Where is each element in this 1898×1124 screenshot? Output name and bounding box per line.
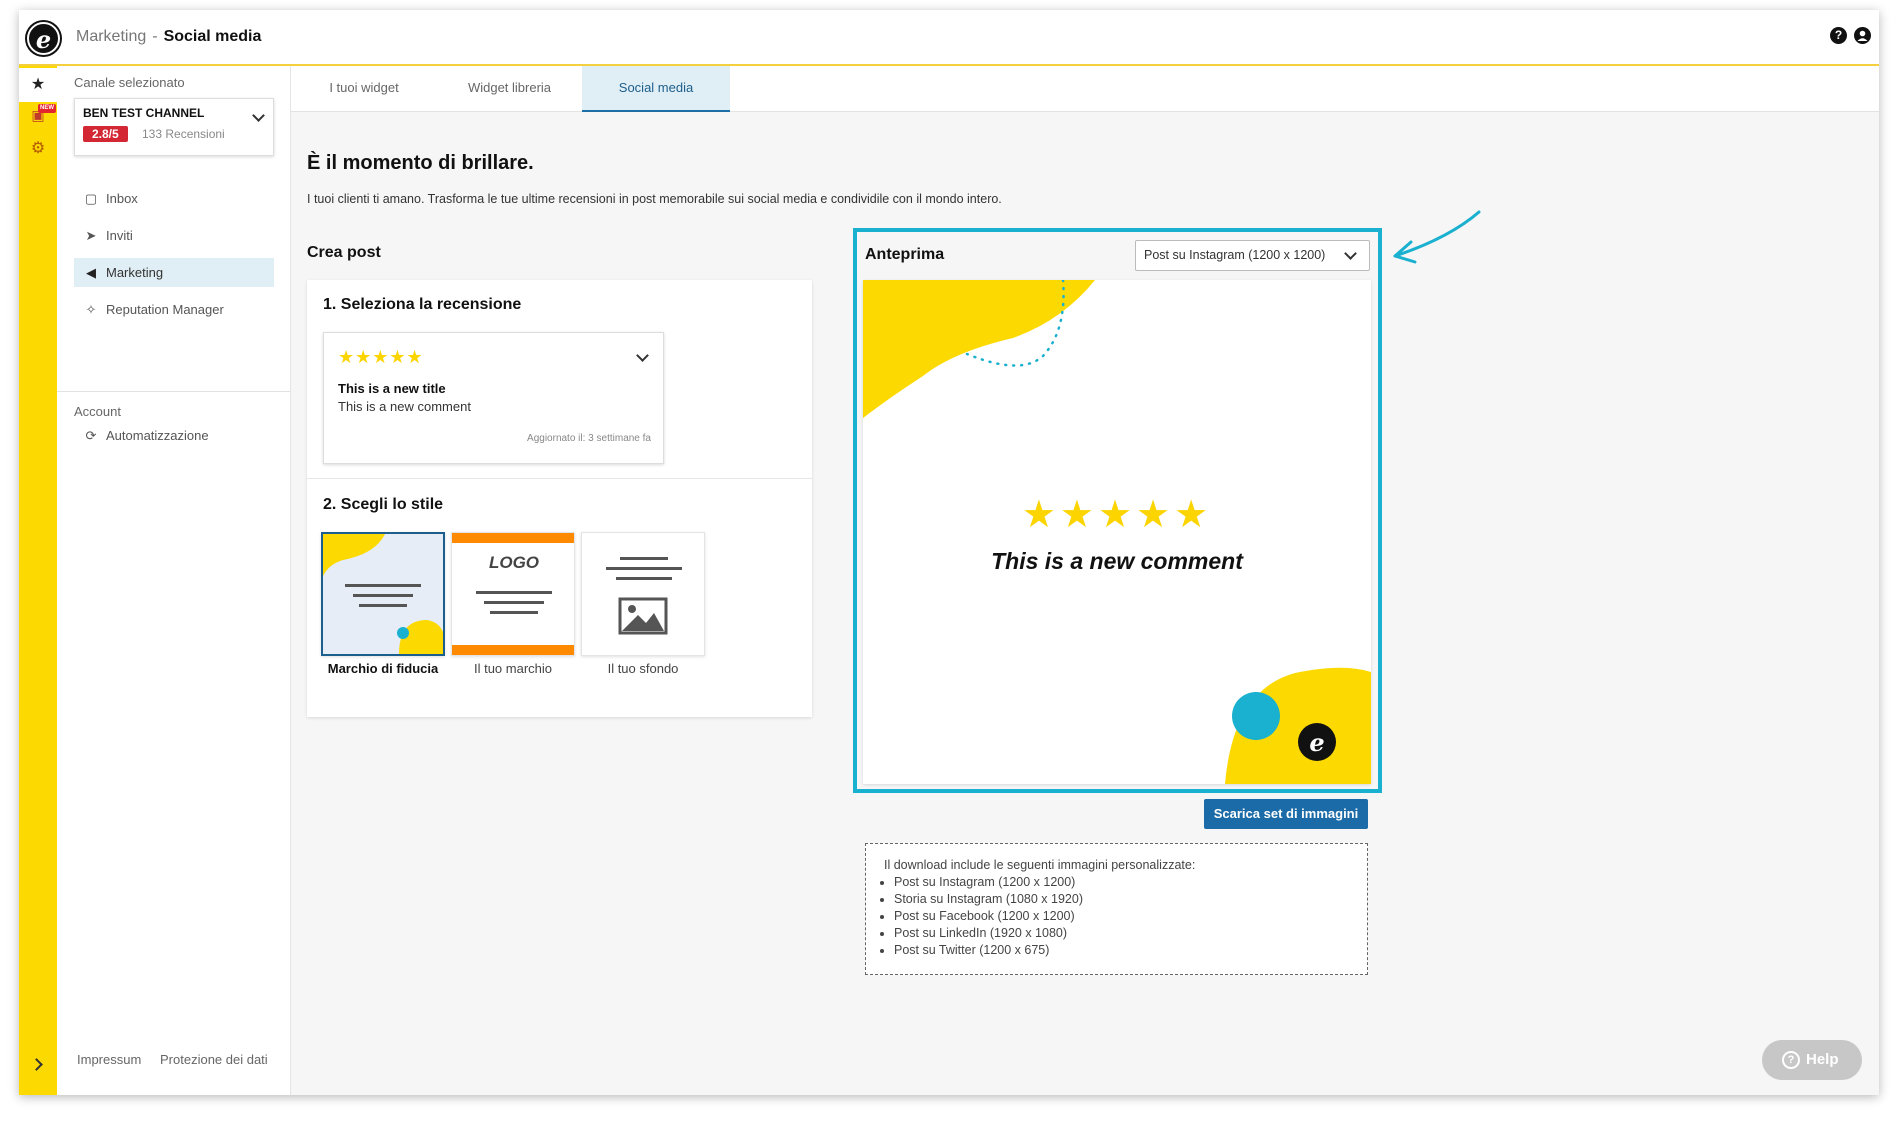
preview-comment: This is a new comment	[991, 548, 1243, 574]
brand-logo[interactable]: e	[27, 22, 60, 55]
breadcrumb-current-page: Social media	[163, 28, 262, 45]
app-window: e Marketing - Social media ? ★ ▣ NEW ⚙ Can…	[19, 10, 1879, 1095]
style-option-your-background[interactable]	[581, 532, 705, 656]
channel-selector[interactable]: BEN TEST CHANNEL 2.8/5 133 Recensioni	[74, 98, 274, 156]
download-info-box: Il download include le seguenti immagini…	[865, 843, 1368, 975]
tab-widget-libreria[interactable]: Widget libreria	[437, 66, 582, 112]
style-label-trust-brand: Marchio di fiducia	[327, 661, 439, 676]
review-stars: ★★★★★	[338, 347, 424, 367]
card-divider	[307, 478, 812, 479]
preview-title: Anteprima	[865, 246, 945, 263]
sidebar-item-inviti[interactable]: ➤ Inviti	[74, 221, 274, 250]
help-button-label: Help	[1806, 1051, 1839, 1068]
review-updated: Aggiornato il: 3 settimane fa	[527, 433, 651, 444]
sidebar-item-marketing[interactable]: ◀ Marketing	[74, 258, 274, 287]
review-title: This is a new title	[338, 381, 446, 396]
tab-bar: I tuoi widget Widget libreria Social med…	[291, 66, 1879, 112]
page-title: È il momento di brillare.	[307, 152, 534, 174]
info-list: Post su Instagram (1200 x 1200) Storia s…	[884, 874, 1367, 959]
breadcrumb-separator: -	[152, 28, 158, 45]
preview-format-value: Post su Instagram (1200 x 1200)	[1144, 248, 1326, 262]
preview-canvas: e ★★★★★ This is a new comment	[863, 280, 1371, 784]
create-post-card: 1. Seleziona la recensione ★★★★★ This is…	[307, 280, 812, 717]
icon-rail: ★ ▣ NEW ⚙	[19, 66, 57, 1095]
sidebar-item-inbox[interactable]: ▢ Inbox	[74, 184, 274, 213]
reviews-count: 133 Recensioni	[142, 127, 225, 141]
image-placeholder-icon	[606, 557, 682, 635]
top-header: e Marketing - Social media ?	[19, 10, 1879, 66]
tab-i-tuoi-widget[interactable]: I tuoi widget	[291, 66, 437, 112]
list-item: Post su Facebook (1200 x 1200)	[894, 908, 1367, 925]
expand-chevron-icon[interactable]	[30, 1058, 43, 1071]
rating-badge: 2.8/5	[83, 126, 128, 142]
gear-icon[interactable]: ⚙	[19, 132, 57, 166]
channel-label: Canale selezionato	[74, 75, 185, 90]
sidebar-item-automatizzazione[interactable]: ⟳ Automatizzazione	[74, 421, 274, 450]
review-selector[interactable]: ★★★★★ This is a new title This is a new …	[323, 332, 664, 464]
sidebar-item-label: Inbox	[106, 191, 138, 206]
breadcrumb-section[interactable]: Marketing	[76, 28, 146, 45]
create-post-title: Crea post	[307, 244, 381, 261]
preview-stars: ★★★★★	[1021, 494, 1213, 536]
chevron-down-icon	[636, 349, 649, 362]
info-intro: Il download include le seguenti immagini…	[884, 858, 1196, 872]
page-subtitle: I tuoi clienti ti amano. Trasforma le tu…	[307, 192, 1002, 206]
help-button[interactable]: ? Help	[1762, 1040, 1862, 1080]
list-item: Post su LinkedIn (1920 x 1080)	[894, 925, 1367, 942]
download-images-button[interactable]: Scarica set di immagini	[1204, 799, 1368, 829]
sidebar-item-label: Marketing	[106, 265, 164, 280]
sidebar-divider	[57, 391, 291, 392]
sparkle-icon: ✧	[85, 302, 97, 317]
step1-title: 1. Seleziona la recensione	[323, 296, 522, 313]
sidebar-item-label: Reputation Manager	[106, 302, 224, 317]
style-option-trust-brand[interactable]	[321, 532, 445, 656]
step2-title: 2. Scegli lo stile	[323, 496, 444, 513]
user-icon[interactable]	[1854, 27, 1871, 44]
style-option-your-brand[interactable]: LOGO	[451, 532, 575, 656]
list-item: Storia su Instagram (1080 x 1920)	[894, 891, 1367, 908]
megaphone-icon: ◀	[86, 265, 96, 280]
sidebar-item-label: Inviti	[106, 228, 133, 243]
privacy-link[interactable]: Protezione dei dati	[160, 1052, 268, 1067]
new-badge: NEW	[38, 104, 56, 113]
review-comment: This is a new comment	[338, 399, 471, 414]
automation-icon: ⟳	[85, 428, 97, 443]
style-label-your-background: Il tuo sfondo	[607, 661, 679, 676]
account-label: Account	[74, 404, 121, 419]
list-item: Post su Twitter (1200 x 675)	[894, 942, 1367, 959]
arrow-annotation-icon	[1393, 210, 1481, 264]
inbox-icon: ▢	[84, 191, 98, 206]
chevron-down-icon	[1344, 247, 1357, 260]
style-label-your-brand: Il tuo marchio	[473, 661, 553, 676]
send-icon: ➤	[85, 228, 97, 243]
impressum-link[interactable]: Impressum	[77, 1052, 141, 1067]
chevron-down-icon	[252, 109, 265, 122]
sidebar-item-reputation-manager[interactable]: ✧ Reputation Manager	[74, 295, 274, 324]
question-icon: ?	[1782, 1051, 1800, 1069]
breadcrumb: Marketing - Social media	[76, 28, 261, 46]
help-icon[interactable]: ?	[1830, 27, 1847, 44]
trust-brand-thumbnail	[323, 534, 443, 654]
text-lines-graphic	[476, 591, 552, 614]
tab-social-media[interactable]: Social media	[582, 66, 730, 112]
chart-icon[interactable]: ▣ NEW	[19, 98, 57, 132]
preview-panel: Anteprima Post su Instagram (1200 x 1200…	[853, 228, 1382, 793]
sidebar: Canale selezionato BEN TEST CHANNEL 2.8/…	[57, 66, 291, 1095]
channel-name: BEN TEST CHANNEL	[83, 106, 205, 120]
list-item: Post su Instagram (1200 x 1200)	[894, 874, 1367, 891]
preview-format-select[interactable]: Post su Instagram (1200 x 1200)	[1135, 240, 1370, 271]
preview-brand-logo: e	[1309, 728, 1324, 757]
star-icon[interactable]: ★	[19, 68, 57, 102]
sidebar-item-label: Automatizzazione	[106, 428, 209, 443]
